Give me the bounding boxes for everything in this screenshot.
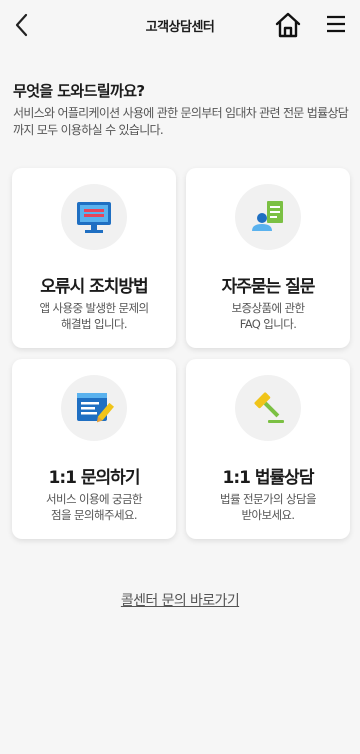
card-description: 보증상품에 관한 FAQ 입니다. xyxy=(196,300,340,332)
monitor-error-icon xyxy=(77,202,111,233)
icon-circle xyxy=(61,375,127,441)
icon-circle xyxy=(61,184,127,250)
card-inquiry[interactable]: 1:1 문의하기 서비스 이용에 궁금한 점을 문의해주세요. xyxy=(12,359,176,539)
person-document-icon xyxy=(252,201,283,231)
document-pencil-icon xyxy=(77,393,114,423)
card-description-line: 해결법 입니다. xyxy=(61,317,128,331)
card-description: 앱 사용중 발생한 문제의 해결법 입니다. xyxy=(22,300,166,332)
callcenter-link[interactable]: 콜센터 문의 바로가기 xyxy=(0,590,360,610)
card-title: 오류시 조치방법 xyxy=(40,277,148,297)
card-legal-consultation[interactable]: 1:1 법률상담 법률 전문가의 상담을 받아보세요. xyxy=(186,359,350,539)
card-description: 법률 전문가의 상담을 받아보세요. xyxy=(196,491,340,523)
card-description-line: 점을 문의해주세요. xyxy=(51,508,138,522)
card-title: 1:1 문의하기 xyxy=(48,468,141,488)
intro-title: 무엇을 도와드릴까요? xyxy=(13,82,145,100)
card-title: 1:1 법률상담 xyxy=(222,468,315,488)
card-description-line: 받아보세요. xyxy=(241,508,296,522)
page-title: 고객상담센터 xyxy=(145,20,215,35)
card-faq[interactable]: 자주묻는 질문 보증상품에 관한 FAQ 입니다. xyxy=(186,168,350,348)
app-header: 고객상담센터 xyxy=(0,0,360,50)
icon-circle xyxy=(235,375,301,441)
card-description: 서비스 이용에 궁금한 점을 문의해주세요. xyxy=(22,491,166,523)
card-description-line: 보증상품에 관한 xyxy=(231,301,306,315)
hamburger-menu-icon xyxy=(327,15,345,33)
card-description-line: 서비스 이용에 궁금한 xyxy=(46,492,143,506)
home-button[interactable] xyxy=(274,11,302,39)
home-icon xyxy=(275,12,301,38)
card-error-solutions[interactable]: 오류시 조치방법 앱 사용중 발생한 문제의 해결법 입니다. xyxy=(12,168,176,348)
icon-circle xyxy=(235,184,301,250)
card-description-line: 법률 전문가의 상담을 xyxy=(220,492,317,506)
card-title: 자주묻는 질문 xyxy=(221,277,316,297)
menu-button[interactable] xyxy=(325,13,347,35)
gavel-icon xyxy=(254,392,284,423)
card-description-line: FAQ 입니다. xyxy=(239,317,297,331)
intro-description: 서비스와 어플리케이션 사용에 관한 문의부터 임대차 관련 전문 법률상담까지… xyxy=(13,106,349,137)
card-description-line: 앱 사용중 발생한 문제의 xyxy=(39,301,150,315)
